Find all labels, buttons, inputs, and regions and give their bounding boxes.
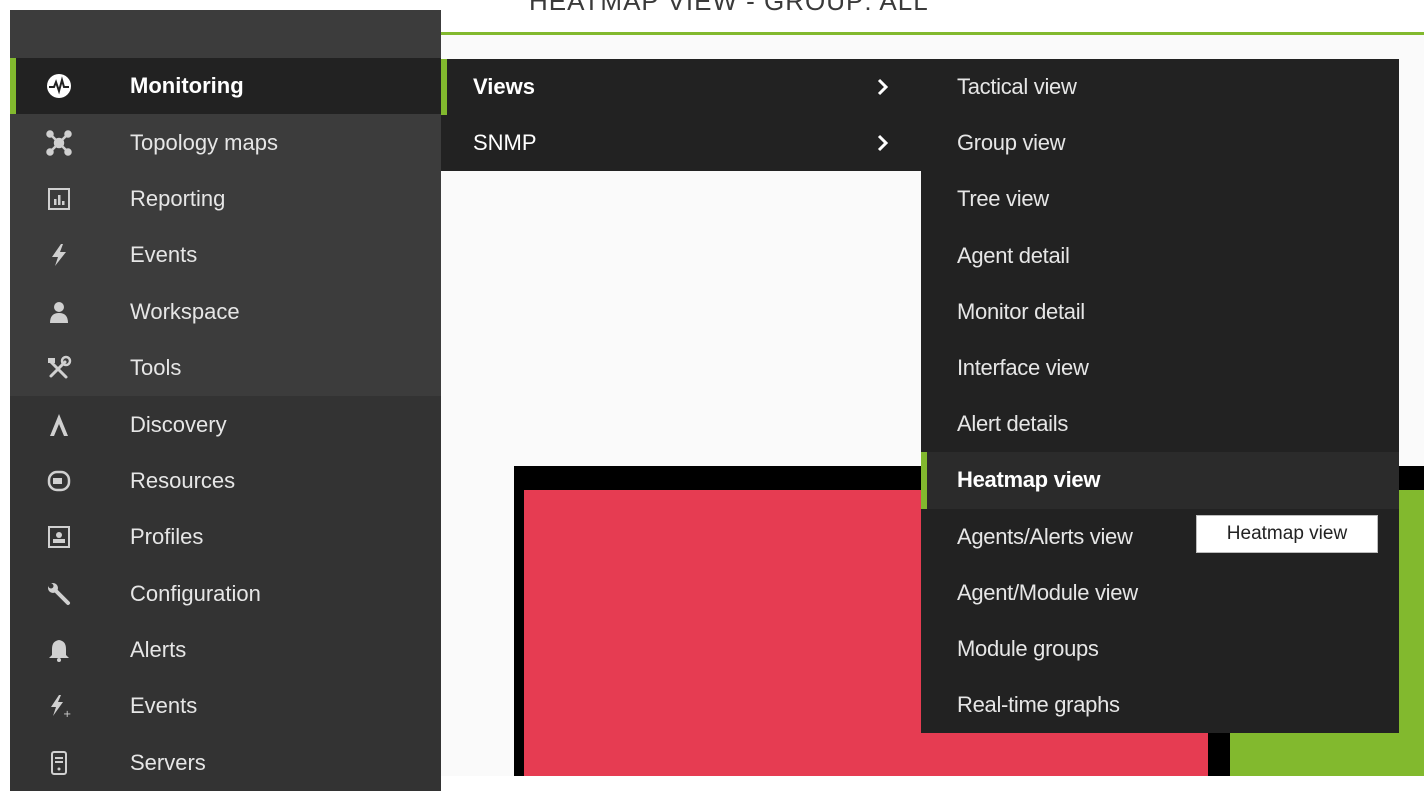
submenu-item-label: Views (473, 74, 535, 99)
chart-icon (44, 184, 74, 214)
sidebar-item-resources[interactable]: Resources (10, 453, 441, 509)
sidebar-item-topology-maps[interactable]: Topology maps (10, 114, 441, 170)
views-item-agent-detail[interactable]: Agent detail (921, 228, 1399, 284)
views-item-label: Agent detail (957, 242, 1070, 268)
sidebar-item-servers[interactable]: Servers (10, 735, 441, 791)
submenu-item-snmp[interactable]: SNMP (441, 115, 921, 171)
views-item-label: Tree view (957, 186, 1049, 212)
sidebar-item-label: Monitoring (130, 73, 244, 99)
views-item-label: Tactical view (957, 74, 1077, 100)
sidebar-item-label: Discovery (130, 411, 227, 437)
resources-icon (44, 466, 74, 496)
views-item-agent-module-view[interactable]: Agent/Module view (921, 565, 1399, 621)
sidebar-item-tools[interactable]: Tools (10, 340, 441, 396)
topology-icon (44, 128, 74, 158)
sidebar-item-events-config[interactable]: + Events (10, 678, 441, 734)
views-item-label: Agents/Alerts view (957, 523, 1133, 549)
views-item-group-view[interactable]: Group view (921, 115, 1399, 171)
wrench-icon (44, 579, 74, 609)
views-item-module-groups[interactable]: Module groups (921, 621, 1399, 677)
monitoring-pulse-icon (44, 71, 74, 101)
sidebar-item-events[interactable]: Events (10, 227, 441, 283)
views-item-monitor-detail[interactable]: Monitor detail (921, 284, 1399, 340)
sidebar-item-label: Alerts (130, 637, 187, 663)
views-item-alert-details[interactable]: Alert details (921, 396, 1399, 452)
tooltip: Heatmap view (1196, 515, 1378, 553)
svg-text:+: + (63, 709, 71, 719)
submenu-item-views[interactable]: Views (441, 59, 921, 115)
views-item-label: Agent/Module view (957, 579, 1138, 605)
sidebar-item-label: Tools (130, 355, 182, 381)
submenu-item-label: SNMP (473, 130, 537, 155)
chevron-right-icon (877, 134, 889, 152)
sidebar-item-discovery[interactable]: Discovery (10, 396, 441, 452)
views-item-label: Group view (957, 130, 1066, 156)
sidebar-item-label: Events (130, 693, 198, 719)
views-item-label: Monitor detail (957, 298, 1085, 324)
sidebar-item-reporting[interactable]: Reporting (10, 171, 441, 227)
sidebar-group-operation: Monitoring Topology maps Reporting Event… (10, 58, 441, 397)
views-item-label: Real-time graphs (957, 692, 1120, 718)
profile-icon (44, 522, 74, 552)
tools-icon (44, 353, 74, 383)
sidebar-item-label: Configuration (130, 580, 261, 606)
sidebar-header (10, 10, 441, 58)
sidebar-item-monitoring[interactable]: Monitoring (10, 58, 441, 115)
bell-icon (44, 635, 74, 665)
page-header: HEATMAP VIEW - GROUP: ALL (441, 0, 1424, 35)
lightning-icon (44, 240, 74, 270)
discovery-icon (44, 410, 74, 440)
views-item-tree-view[interactable]: Tree view (921, 171, 1399, 227)
sidebar-item-label: Resources (130, 467, 236, 493)
sidebar-item-configuration[interactable]: Configuration (10, 566, 441, 622)
server-icon (44, 748, 74, 778)
sidebar-group-management: Discovery Resources Profiles Configurati… (10, 396, 441, 791)
sidebar-item-workspace[interactable]: Workspace (10, 284, 441, 340)
views-item-label: Module groups (957, 635, 1099, 661)
sidebar-item-label: Workspace (130, 298, 240, 324)
sidebar-item-label: Topology maps (130, 129, 278, 155)
views-item-heatmap-view[interactable]: Heatmap view (921, 452, 1399, 509)
views-item-interface-view[interactable]: Interface view (921, 340, 1399, 396)
sidebar-item-label: Events (130, 242, 198, 268)
lightning-plus-icon: + (44, 691, 74, 721)
views-item-label: Alert details (957, 411, 1069, 437)
views-submenu: Tactical view Group view Tree view Agent… (921, 59, 1399, 733)
sidebar-item-label: Servers (130, 749, 206, 775)
views-item-tactical-view[interactable]: Tactical view (921, 59, 1399, 115)
sidebar-item-label: Reporting (130, 185, 226, 211)
monitoring-submenu: Views SNMP (441, 59, 921, 171)
page-title: HEATMAP VIEW - GROUP: ALL (529, 0, 929, 16)
sidebar-item-profiles[interactable]: Profiles (10, 509, 441, 565)
views-item-real-time-graphs[interactable]: Real-time graphs (921, 677, 1399, 733)
views-item-label: Interface view (957, 355, 1089, 381)
chevron-right-icon (877, 78, 889, 96)
sidebar: Monitoring Topology maps Reporting Event… (10, 10, 441, 791)
sidebar-item-label: Profiles (130, 524, 204, 550)
user-icon (44, 297, 74, 327)
views-item-label: Heatmap view (957, 467, 1101, 493)
sidebar-item-alerts[interactable]: Alerts (10, 622, 441, 678)
